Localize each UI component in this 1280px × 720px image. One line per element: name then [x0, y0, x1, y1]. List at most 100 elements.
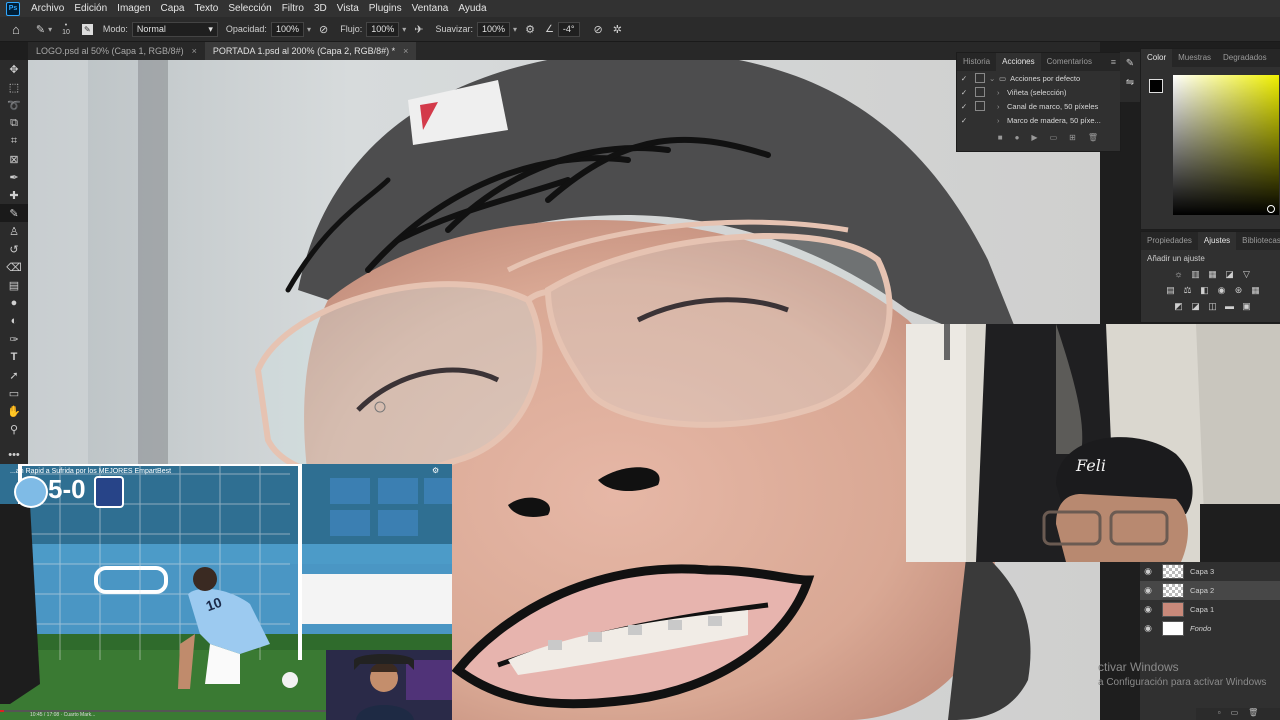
chevron-down-icon[interactable]: ▾ [402, 25, 406, 34]
menu-edicion[interactable]: Edición [74, 3, 107, 14]
pen-tool-icon[interactable]: ✑ [0, 330, 28, 348]
angle-input[interactable]: -4° [557, 21, 580, 37]
chevron-down-icon[interactable]: ⌄ [989, 74, 999, 83]
tab-portada[interactable]: PORTADA 1.psd al 200% (Capa 2, RGB/8#) *… [204, 42, 417, 60]
menu-capa[interactable]: Capa [161, 3, 185, 14]
tab-ajustes[interactable]: Ajustes [1197, 232, 1237, 250]
chevron-right-icon[interactable]: › [997, 88, 1007, 97]
smoothing-input[interactable]: 100% [477, 21, 511, 37]
menu-imagen[interactable]: Imagen [117, 3, 150, 14]
brightness-icon[interactable]: ☼ [1173, 269, 1184, 279]
object-select-tool-icon[interactable]: ⧉ [0, 114, 28, 132]
selective-color-icon[interactable]: ▣ [1241, 301, 1252, 311]
dialog-toggle-icon[interactable] [975, 73, 985, 83]
pressure-size-icon[interactable]: ⊘ [594, 23, 603, 36]
color-lookup-icon[interactable]: ▦ [1250, 285, 1261, 295]
zoom-tool-icon[interactable]: ⚲ [0, 420, 28, 438]
channel-mixer-icon[interactable]: ⊛ [1233, 285, 1244, 295]
stop-icon[interactable]: ■ [998, 133, 1003, 142]
marquee-tool-icon[interactable]: ⬚ [0, 78, 28, 96]
tab-color[interactable]: Color [1141, 49, 1173, 67]
dialog-toggle-icon[interactable] [975, 87, 985, 97]
tab-comentarios[interactable]: Comentarios [1041, 53, 1098, 71]
eraser-tool-icon[interactable]: ⌫ [0, 258, 28, 276]
menu-vista[interactable]: Vista [337, 3, 359, 14]
menu-ayuda[interactable]: Ayuda [458, 3, 486, 14]
eye-icon[interactable]: ◉ [1140, 623, 1156, 634]
check-icon[interactable]: ✓ [957, 102, 971, 111]
gradient-map-icon[interactable]: ▬ [1224, 301, 1235, 311]
eye-icon[interactable]: ◉ [1140, 566, 1156, 577]
symmetry-icon[interactable]: ✲ [613, 23, 622, 36]
color-picker-handle[interactable] [1267, 205, 1275, 213]
action-row[interactable]: ✓ ⌄ ▭ Acciones por defecto [957, 71, 1120, 85]
check-icon[interactable]: ✓ [957, 88, 971, 97]
menu-ventana[interactable]: Ventana [412, 3, 449, 14]
chevron-right-icon[interactable]: › [997, 102, 1007, 111]
vibrance-icon[interactable]: ▽ [1241, 269, 1252, 279]
healing-tool-icon[interactable]: ✚ [0, 186, 28, 204]
eye-icon[interactable]: ◉ [1140, 585, 1156, 596]
crop-tool-icon[interactable]: ⌗ [0, 132, 28, 150]
dodge-tool-icon[interactable]: ◐ [0, 312, 28, 330]
chevron-right-icon[interactable]: › [997, 116, 1007, 125]
trash-icon[interactable]: 🗑 [1088, 133, 1098, 142]
history-brush-tool-icon[interactable]: ↺ [0, 240, 28, 258]
opacity-input[interactable]: 100% [270, 21, 304, 37]
move-tool-icon[interactable]: ✥ [0, 60, 28, 78]
airbrush-icon[interactable]: ✈ [414, 23, 423, 36]
chevron-down-icon[interactable]: ▾ [513, 25, 517, 34]
restore-icon[interactable]: ▭ [1231, 708, 1239, 720]
menu-archivo[interactable]: Archivo [31, 3, 64, 14]
exposure-icon[interactable]: ◪ [1224, 269, 1235, 279]
brush-tool-icon[interactable]: ✎ [0, 204, 28, 222]
layer-row[interactable]: ◉ Capa 1 [1140, 600, 1280, 619]
tab-bibliotecas[interactable]: Bibliotecas [1236, 232, 1280, 250]
lasso-tool-icon[interactable]: ➰ [0, 96, 28, 114]
dialog-toggle-icon[interactable] [975, 115, 985, 125]
tab-propiedades[interactable]: Propiedades [1141, 232, 1198, 250]
hue-saturation-icon[interactable]: ▤ [1165, 285, 1176, 295]
check-icon[interactable]: ✓ [957, 116, 971, 125]
tab-historia[interactable]: Historia [957, 53, 996, 71]
black-white-icon[interactable]: ◧ [1199, 285, 1210, 295]
layer-row[interactable]: ◉ Capa 2 [1140, 581, 1280, 600]
invert-icon[interactable]: ◩ [1173, 301, 1184, 311]
check-icon[interactable]: ✓ [957, 74, 971, 83]
gradient-tool-icon[interactable]: ▤ [0, 276, 28, 294]
tab-degradados[interactable]: Degradados [1217, 49, 1273, 67]
color-balance-icon[interactable]: ⚖ [1182, 285, 1193, 295]
frame-tool-icon[interactable]: ⊠ [0, 150, 28, 168]
menu-3d[interactable]: 3D [314, 3, 327, 14]
record-icon[interactable]: ● [1015, 133, 1020, 142]
layer-row[interactable]: ◉ Fondo [1140, 619, 1280, 638]
photoshop-logo-icon[interactable]: Ps [6, 1, 20, 16]
play-icon[interactable]: ▶ [1031, 133, 1037, 142]
video-settings-icon[interactable]: ⚙ [432, 466, 439, 475]
eye-icon[interactable]: ◉ [1140, 604, 1156, 615]
gear-icon[interactable]: ⚙ [525, 23, 535, 36]
new-set-folder-icon[interactable]: ▭ [1050, 133, 1058, 142]
action-row[interactable]: ✓ › Canal de marco, 50 píxeles [957, 99, 1120, 113]
trash-icon[interactable]: 🗑 [1248, 708, 1258, 720]
path-select-tool-icon[interactable]: ➚ [0, 366, 28, 384]
menu-seleccion[interactable]: Selección [228, 3, 271, 14]
photo-filter-icon[interactable]: ◉ [1216, 285, 1227, 295]
close-icon[interactable]: × [403, 42, 408, 60]
menu-plugins[interactable]: Plugins [369, 3, 402, 14]
dialog-toggle-icon[interactable] [975, 101, 985, 111]
color-picker-field[interactable] [1173, 75, 1279, 215]
new-action-icon[interactable]: ⊞ [1069, 133, 1076, 142]
hand-tool-icon[interactable]: ✋ [0, 402, 28, 420]
shape-tool-icon[interactable]: ▭ [0, 384, 28, 402]
action-row[interactable]: ✓ › Marco de madera, 50 píxe... [957, 113, 1120, 127]
eyedropper-tool-icon[interactable]: ✒ [0, 168, 28, 186]
mode-select[interactable]: Normal ▾ [131, 21, 218, 37]
brush-preset-icon[interactable]: ✎ [36, 23, 45, 36]
tab-acciones[interactable]: Acciones [996, 53, 1041, 71]
blur-tool-icon[interactable]: ● [0, 294, 28, 312]
chevron-down-icon[interactable]: ▾ [307, 25, 311, 34]
pressure-opacity-icon[interactable]: ⊘ [319, 23, 328, 36]
angle-icon[interactable]: ∠ [545, 24, 554, 35]
flow-input[interactable]: 100% [366, 21, 400, 37]
